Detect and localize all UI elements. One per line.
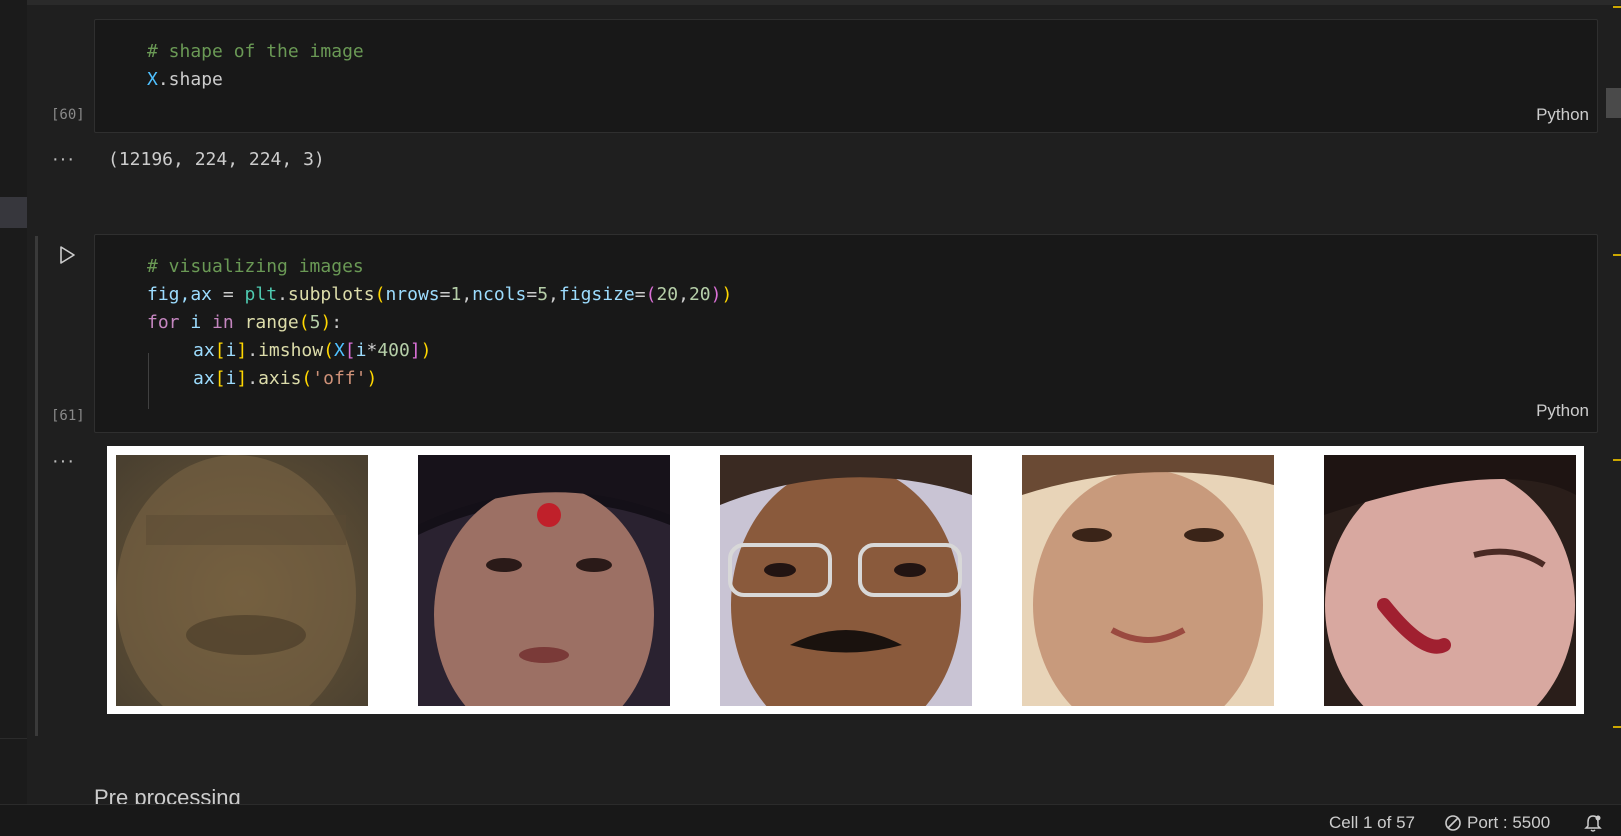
execution-count: [61] <box>51 408 85 424</box>
code-token: . <box>247 368 259 389</box>
code-token: ] <box>236 340 248 361</box>
face-image-4 <box>1022 455 1274 706</box>
overview-ruler-mark <box>1613 254 1621 256</box>
overview-ruler-mark <box>1613 726 1621 728</box>
code-line-3: for i in range(5): <box>147 309 342 337</box>
cell-focus-bar <box>35 236 38 736</box>
vertical-scrollbar-thumb[interactable] <box>1606 88 1621 118</box>
code-token: ] <box>409 340 421 361</box>
code-token: 1 <box>450 284 462 305</box>
notification-bell-icon[interactable] <box>1583 813 1603 833</box>
code-token: . <box>277 284 288 305</box>
code-token: 400 <box>377 340 410 361</box>
face-image-1 <box>116 455 368 706</box>
code-token: ) <box>721 284 733 305</box>
cell-language-label[interactable]: Python <box>1536 105 1589 125</box>
code-comment: # shape of the image <box>147 41 364 62</box>
code-token: nrows <box>385 284 440 305</box>
code-token: ax <box>193 368 215 389</box>
code-token: in <box>212 312 234 333</box>
code-token: 20 <box>656 284 679 305</box>
code-line-1: # shape of the image <box>147 38 364 66</box>
code-token: 20 <box>688 284 711 305</box>
code-token: 5 <box>537 284 549 305</box>
output-figure <box>107 446 1584 714</box>
editor-top-border <box>27 0 1621 5</box>
indent-guide <box>148 353 149 409</box>
code-token: ( <box>298 312 310 333</box>
code-token: i <box>225 340 237 361</box>
code-line-5: ax[i].axis('off') <box>193 365 377 393</box>
cell-position-indicator[interactable]: Cell 1 of 57 <box>1329 813 1415 833</box>
gutter-divider <box>0 738 27 739</box>
execution-count: [60] <box>51 107 85 123</box>
code-token: = <box>212 284 245 305</box>
cell-language-label[interactable]: Python <box>1536 401 1589 421</box>
code-token: plt <box>244 284 278 305</box>
code-token: range <box>244 312 299 333</box>
code-token: , <box>548 284 559 305</box>
code-token: ( <box>323 340 334 361</box>
cell-output-text: (12196, 224, 224, 3) <box>108 149 325 170</box>
run-cell-button[interactable] <box>56 244 78 266</box>
code-token: * <box>366 340 378 361</box>
code-token: ncols <box>472 284 527 305</box>
code-token: ) <box>366 368 378 389</box>
code-token: = <box>439 284 451 305</box>
face-image-3 <box>720 455 972 706</box>
code-token: . <box>247 340 259 361</box>
code-token: [ <box>214 340 226 361</box>
code-token: ( <box>645 284 657 305</box>
code-token: 5 <box>309 312 321 333</box>
code-token: subplots <box>287 284 375 305</box>
code-token: i <box>225 368 237 389</box>
code-token: ) <box>710 284 722 305</box>
code-token: figsize <box>558 284 635 305</box>
code-token: for <box>147 312 180 333</box>
code-line-2: X.shape <box>147 66 223 94</box>
code-token: , <box>461 284 473 305</box>
port-indicator[interactable]: Port : 5500 <box>1467 813 1550 833</box>
code-token: [ <box>214 368 226 389</box>
code-token: ( <box>301 368 313 389</box>
code-token: , <box>678 284 689 305</box>
code-token: [ <box>344 340 356 361</box>
code-token: = <box>526 284 538 305</box>
code-token: ] <box>236 368 248 389</box>
code-token: ax <box>193 340 215 361</box>
blocked-circle-icon <box>1445 815 1461 831</box>
code-token: imshow <box>258 340 324 361</box>
code-token: = <box>634 284 646 305</box>
face-image-5 <box>1324 455 1576 706</box>
code-attribute: .shape <box>157 69 223 90</box>
overview-ruler-mark <box>1613 459 1621 461</box>
overview-ruler-mark <box>1613 6 1621 8</box>
code-token: ) <box>320 312 332 333</box>
gutter-highlight <box>0 197 27 228</box>
output-more-button[interactable]: ··· <box>52 450 75 473</box>
code-token: axis <box>258 368 302 389</box>
play-icon <box>60 246 75 264</box>
code-cell-61[interactable]: # visualizing images fig,ax = plt.subplo… <box>94 234 1598 433</box>
code-token: X <box>333 340 345 361</box>
code-token: i <box>355 340 367 361</box>
code-token: ) <box>420 340 432 361</box>
left-gutter <box>0 0 27 804</box>
code-token: fig,ax <box>147 284 213 305</box>
code-token: 'off' <box>312 368 367 389</box>
face-image-2 <box>418 455 670 706</box>
code-cell-60[interactable]: # shape of the image X.shape Python <box>94 19 1598 133</box>
output-more-button[interactable]: ··· <box>52 148 75 171</box>
code-comment: # visualizing images <box>147 256 364 277</box>
code-variable: X <box>147 69 158 90</box>
code-token: : <box>331 312 343 333</box>
status-bar: Cell 1 of 57 Port : 5500 <box>0 804 1621 836</box>
code-token: i <box>179 312 213 333</box>
code-line-1: # visualizing images <box>147 253 364 281</box>
code-line-4: ax[i].imshow(X[i*400]) <box>193 337 432 365</box>
code-line-2: fig,ax = plt.subplots(nrows=1,ncols=5,fi… <box>147 281 732 309</box>
code-token: ( <box>374 284 386 305</box>
